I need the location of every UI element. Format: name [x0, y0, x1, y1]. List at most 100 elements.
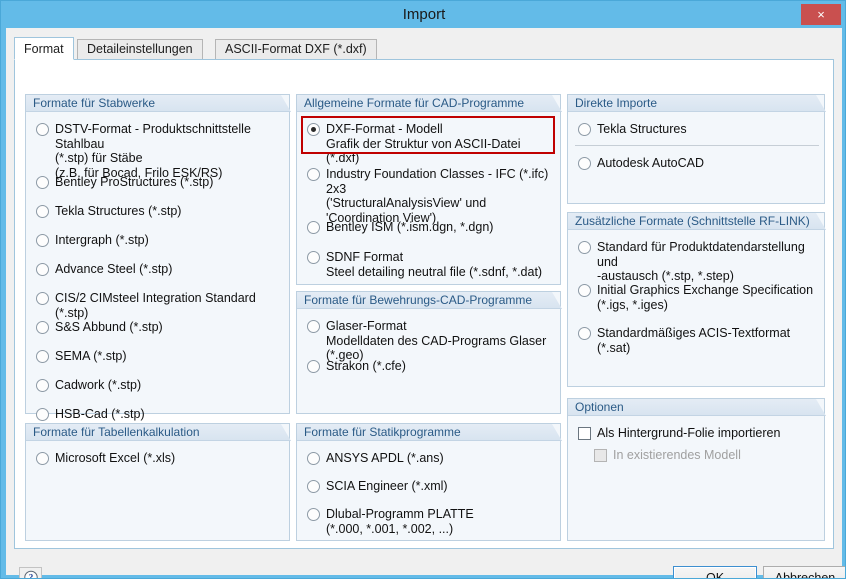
radio-tekla-structures-stp[interactable]: Tekla Structures (*.stp): [36, 204, 286, 219]
radio-standard-produktdatendarstellung[interactable]: Standard für Produktdatendarstellung und…: [578, 240, 822, 284]
radio-acis-textformat[interactable]: Standardmäßiges ACIS-Textformat (*.sat): [578, 326, 822, 355]
group-body: Microsoft Excel (*.xls): [26, 442, 289, 540]
radio-strakon[interactable]: Strakon (*.cfe): [307, 359, 557, 374]
window-title: Import: [1, 1, 846, 28]
radio-microsoft-excel[interactable]: Microsoft Excel (*.xls): [36, 451, 286, 466]
group-title: Formate für Tabellenkalkulation: [33, 425, 200, 440]
group-body: DXF-Format - Modell Grafik der Struktur …: [297, 113, 560, 284]
group-title: Optionen: [575, 400, 624, 415]
radio-icon: [307, 360, 320, 373]
radio-icon: [36, 205, 49, 218]
tab-ascii-format-dxf[interactable]: ASCII-Format DXF (*.dxf): [215, 39, 377, 59]
group-title: Allgemeine Formate für CAD-Programme: [304, 96, 524, 111]
import-dialog: Import × Format Detaileinstellungen ASCI…: [0, 0, 846, 579]
radio-bentley-prostructures[interactable]: Bentley ProStructures (*.stp): [36, 175, 286, 190]
radio-autodesk-autocad[interactable]: Autodesk AutoCAD: [578, 156, 818, 171]
cancel-button[interactable]: Abbrechen: [763, 566, 846, 579]
group-body: Glaser-Format Modelldaten des CAD-Progra…: [297, 310, 560, 413]
radio-dlubal-programm-platte[interactable]: Dlubal-Programm PLATTE (*.000, *.001, *.…: [307, 507, 557, 536]
dialog-footer: ? OK Abbrechen: [6, 549, 842, 575]
radio-icon: [36, 263, 49, 276]
radio-icon-selected: [307, 123, 320, 136]
radio-hsb-cad[interactable]: HSB-Cad (*.stp): [36, 407, 286, 422]
checkbox-in-existierendes-modell: In existierendes Modell: [594, 448, 818, 463]
group-formate-fuer-tabellenkalkulation: Formate für Tabellenkalkulation Microsof…: [25, 423, 290, 541]
group-title: Direkte Importe: [575, 96, 657, 111]
group-formate-fuer-stabwerke: Formate für Stabwerke DSTV-Format - Prod…: [25, 94, 290, 414]
radio-label: S&S Abbund (*.stp): [55, 320, 286, 335]
radio-icon: [307, 480, 320, 493]
group-separator: [575, 145, 819, 146]
radio-initial-graphics-exchange-specification[interactable]: Initial Graphics Exchange Specification …: [578, 283, 822, 312]
radio-icon: [578, 157, 591, 170]
tab-format[interactable]: Format: [14, 37, 74, 60]
radio-icon: [36, 408, 49, 421]
group-zusaetzliche-formate: Zusätzliche Formate (Schnittstelle RF-LI…: [567, 212, 825, 387]
radio-industry-foundation-classes-ifc[interactable]: Industry Foundation Classes - IFC (*.ifc…: [307, 167, 557, 225]
group-body: ANSYS APDL (*.ans) SCIA Engineer (*.xml)…: [297, 442, 560, 540]
radio-label: Bentley ProStructures (*.stp): [55, 175, 286, 190]
group-title: Formate für Statikprogramme: [304, 425, 461, 440]
radio-ss-abbund[interactable]: S&S Abbund (*.stp): [36, 320, 286, 335]
radio-label: CIS/2 CIMsteel Integration Standard (*.s…: [55, 291, 286, 320]
radio-dxf-format-modell[interactable]: DXF-Format - Modell Grafik der Struktur …: [307, 122, 557, 166]
radio-intergraph[interactable]: Intergraph (*.stp): [36, 233, 286, 248]
radio-bentley-ism[interactable]: Bentley ISM (*.ism.dgn, *.dgn): [307, 220, 557, 235]
radio-icon: [307, 251, 320, 264]
group-formate-fuer-statikprogramme: Formate für Statikprogramme ANSYS APDL (…: [296, 423, 561, 541]
radio-label: DXF-Format - Modell Grafik der Struktur …: [326, 122, 557, 166]
radio-label: SEMA (*.stp): [55, 349, 286, 364]
group-allgemeine-formate-fuer-cad-programme: Allgemeine Formate für CAD-Programme DXF…: [296, 94, 561, 285]
checkbox-icon: [578, 427, 591, 440]
radio-cadwork[interactable]: Cadwork (*.stp): [36, 378, 286, 393]
radio-label: Tekla Structures (*.stp): [55, 204, 286, 219]
radio-label: SCIA Engineer (*.xml): [326, 479, 557, 494]
radio-sdnf-format[interactable]: SDNF Format Steel detailing neutral file…: [307, 250, 557, 279]
radio-icon: [578, 241, 591, 254]
checkbox-icon-disabled: [594, 449, 607, 462]
radio-label: SDNF Format Steel detailing neutral file…: [326, 250, 557, 279]
radio-icon: [578, 327, 591, 340]
radio-label: Standardmäßiges ACIS-Textformat (*.sat): [597, 326, 822, 355]
radio-ansys-apdl[interactable]: ANSYS APDL (*.ans): [307, 451, 557, 466]
radio-icon: [307, 320, 320, 333]
radio-icon: [36, 321, 49, 334]
title-bar: Import ×: [1, 1, 846, 28]
radio-icon: [307, 221, 320, 234]
group-title: Zusätzliche Formate (Schnittstelle RF-LI…: [575, 214, 810, 229]
radio-dstv-format[interactable]: DSTV-Format - Produktschnittstelle Stahl…: [36, 122, 286, 180]
radio-label: Glaser-Format Modelldaten des CAD-Progra…: [326, 319, 557, 363]
radio-label: Microsoft Excel (*.xls): [55, 451, 286, 466]
tab-strip: Format Detaileinstellungen ASCII-Format …: [14, 37, 834, 59]
radio-icon: [578, 123, 591, 136]
radio-icon: [36, 292, 49, 305]
radio-label: ANSYS APDL (*.ans): [326, 451, 557, 466]
radio-icon: [36, 379, 49, 392]
radio-cis2-cimsteel[interactable]: CIS/2 CIMsteel Integration Standard (*.s…: [36, 291, 286, 320]
help-question-icon[interactable]: ?: [19, 567, 42, 579]
radio-label: Industry Foundation Classes - IFC (*.ifc…: [326, 167, 557, 225]
group-title: Formate für Stabwerke: [33, 96, 155, 111]
ok-button[interactable]: OK: [673, 566, 757, 579]
radio-label: Tekla Structures: [597, 122, 818, 137]
group-body: Standard für Produktdatendarstellung und…: [568, 231, 824, 386]
radio-scia-engineer[interactable]: SCIA Engineer (*.xml): [307, 479, 557, 494]
checkbox-label: Als Hintergrund-Folie importieren: [597, 426, 818, 441]
radio-icon: [36, 123, 49, 136]
radio-tekla-structures-direct[interactable]: Tekla Structures: [578, 122, 818, 137]
radio-label: Autodesk AutoCAD: [597, 156, 818, 171]
radio-label: Cadwork (*.stp): [55, 378, 286, 393]
group-direkte-importe: Direkte Importe Tekla Structures Autodes…: [567, 94, 825, 204]
tab-detaileinstellungen[interactable]: Detaileinstellungen: [77, 39, 203, 59]
radio-advance-steel[interactable]: Advance Steel (*.stp): [36, 262, 286, 277]
svg-text:?: ?: [28, 573, 33, 579]
dialog-client-area: Format Detaileinstellungen ASCII-Format …: [6, 28, 842, 575]
tab-page-format: Formate für Stabwerke DSTV-Format - Prod…: [14, 59, 834, 549]
radio-icon: [36, 452, 49, 465]
checkbox-als-hintergrund-folie-importieren[interactable]: Als Hintergrund-Folie importieren: [578, 426, 818, 441]
close-icon[interactable]: ×: [801, 4, 841, 25]
radio-glaser-format[interactable]: Glaser-Format Modelldaten des CAD-Progra…: [307, 319, 557, 363]
radio-sema[interactable]: SEMA (*.stp): [36, 349, 286, 364]
radio-label: Bentley ISM (*.ism.dgn, *.dgn): [326, 220, 557, 235]
radio-icon: [36, 350, 49, 363]
